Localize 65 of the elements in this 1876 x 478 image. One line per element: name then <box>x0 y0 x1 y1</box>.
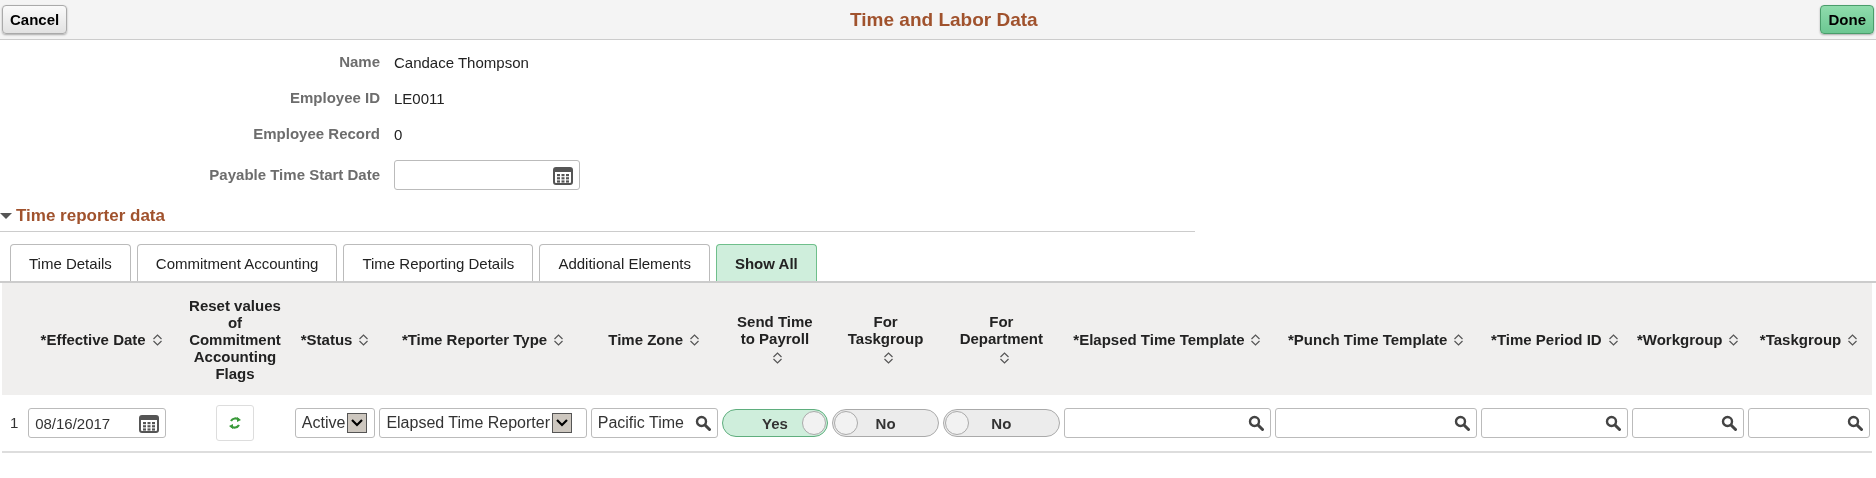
column-header[interactable]: *Elapsed Time Template <box>1073 331 1245 349</box>
toggle-switch[interactable]: Yes <box>721 409 829 437</box>
sort-icon[interactable] <box>689 332 700 347</box>
collapse-icon[interactable] <box>0 211 12 221</box>
search-icon[interactable] <box>1847 415 1863 431</box>
field-value: 0 <box>394 125 404 143</box>
reset-button[interactable] <box>215 405 254 441</box>
field-label: Payable Time Start Date <box>208 165 380 185</box>
column-header: Reset values of Commitment Accounting Flags <box>188 296 282 382</box>
date-field[interactable] <box>394 160 580 190</box>
caret-icon <box>351 419 364 427</box>
prompt-field[interactable] <box>1063 408 1272 438</box>
select-field[interactable]: Active <box>294 408 376 438</box>
section-title[interactable]: Time reporter data <box>16 206 165 226</box>
column-header[interactable]: *Time Reporter Type <box>401 331 548 349</box>
sort-icon[interactable] <box>998 350 1010 365</box>
column-header[interactable]: *Taskgroup <box>1759 331 1842 349</box>
row-number: 1 <box>9 414 19 431</box>
page-title: Time and Labor Data <box>850 8 1038 31</box>
search-icon[interactable] <box>1721 415 1738 431</box>
sort-icon[interactable] <box>1607 332 1619 347</box>
search-icon[interactable] <box>1605 415 1622 431</box>
tab[interactable]: Commitment Accounting <box>136 244 338 281</box>
column-header[interactable]: Time Zone <box>608 331 683 349</box>
calendar-icon[interactable] <box>139 413 160 433</box>
search-icon[interactable] <box>694 415 711 431</box>
tab[interactable]: Show All <box>715 244 817 281</box>
tab[interactable]: Time Reporting Details <box>343 244 534 281</box>
field-label: Name <box>338 52 380 72</box>
sort-icon[interactable] <box>358 332 370 347</box>
sort-icon[interactable] <box>1250 332 1262 347</box>
column-header[interactable]: *Effective Date <box>40 331 146 349</box>
column-header[interactable]: *Time Period ID <box>1491 331 1602 349</box>
prompt-field[interactable] <box>1632 408 1745 438</box>
field-label: Employee Record <box>252 124 380 144</box>
prompt-field[interactable] <box>1748 408 1870 438</box>
field-label: Employee ID <box>288 88 380 108</box>
done-button[interactable]: Done <box>1820 5 1874 34</box>
date-field[interactable]: 08/16/2017 <box>28 408 167 438</box>
column-header[interactable]: *Workgroup <box>1636 331 1723 349</box>
prompt-field[interactable] <box>1275 408 1478 438</box>
sort-icon[interactable] <box>553 332 565 347</box>
sort-icon[interactable] <box>151 332 163 347</box>
field-value: Candace Thompson <box>394 53 530 71</box>
sort-icon[interactable] <box>772 350 784 365</box>
toggle-switch[interactable]: No <box>832 409 939 437</box>
cancel-button[interactable]: Cancel <box>2 5 68 34</box>
column-header[interactable]: *Punch Time Template <box>1287 331 1448 349</box>
sort-icon[interactable] <box>1728 332 1740 347</box>
search-icon[interactable] <box>1454 415 1471 431</box>
caret-icon <box>556 419 568 427</box>
select-field[interactable]: Elapsed Time Reporter <box>379 408 587 438</box>
refresh-icon <box>227 415 242 431</box>
toggle-switch[interactable]: No <box>942 409 1060 437</box>
search-icon[interactable] <box>1248 415 1265 431</box>
sort-icon[interactable] <box>1453 332 1465 347</box>
tab[interactable]: Additional Elements <box>539 244 710 281</box>
prompt-field[interactable] <box>1481 408 1629 438</box>
calendar-icon[interactable] <box>553 165 573 185</box>
column-header[interactable]: *Status <box>300 331 353 349</box>
prompt-field[interactable]: Pacific Time <box>590 408 718 438</box>
field-value: LE0011 <box>394 89 446 107</box>
tab[interactable]: Time Details <box>10 244 131 281</box>
sort-icon[interactable] <box>883 350 895 365</box>
sort-icon[interactable] <box>1847 332 1859 347</box>
